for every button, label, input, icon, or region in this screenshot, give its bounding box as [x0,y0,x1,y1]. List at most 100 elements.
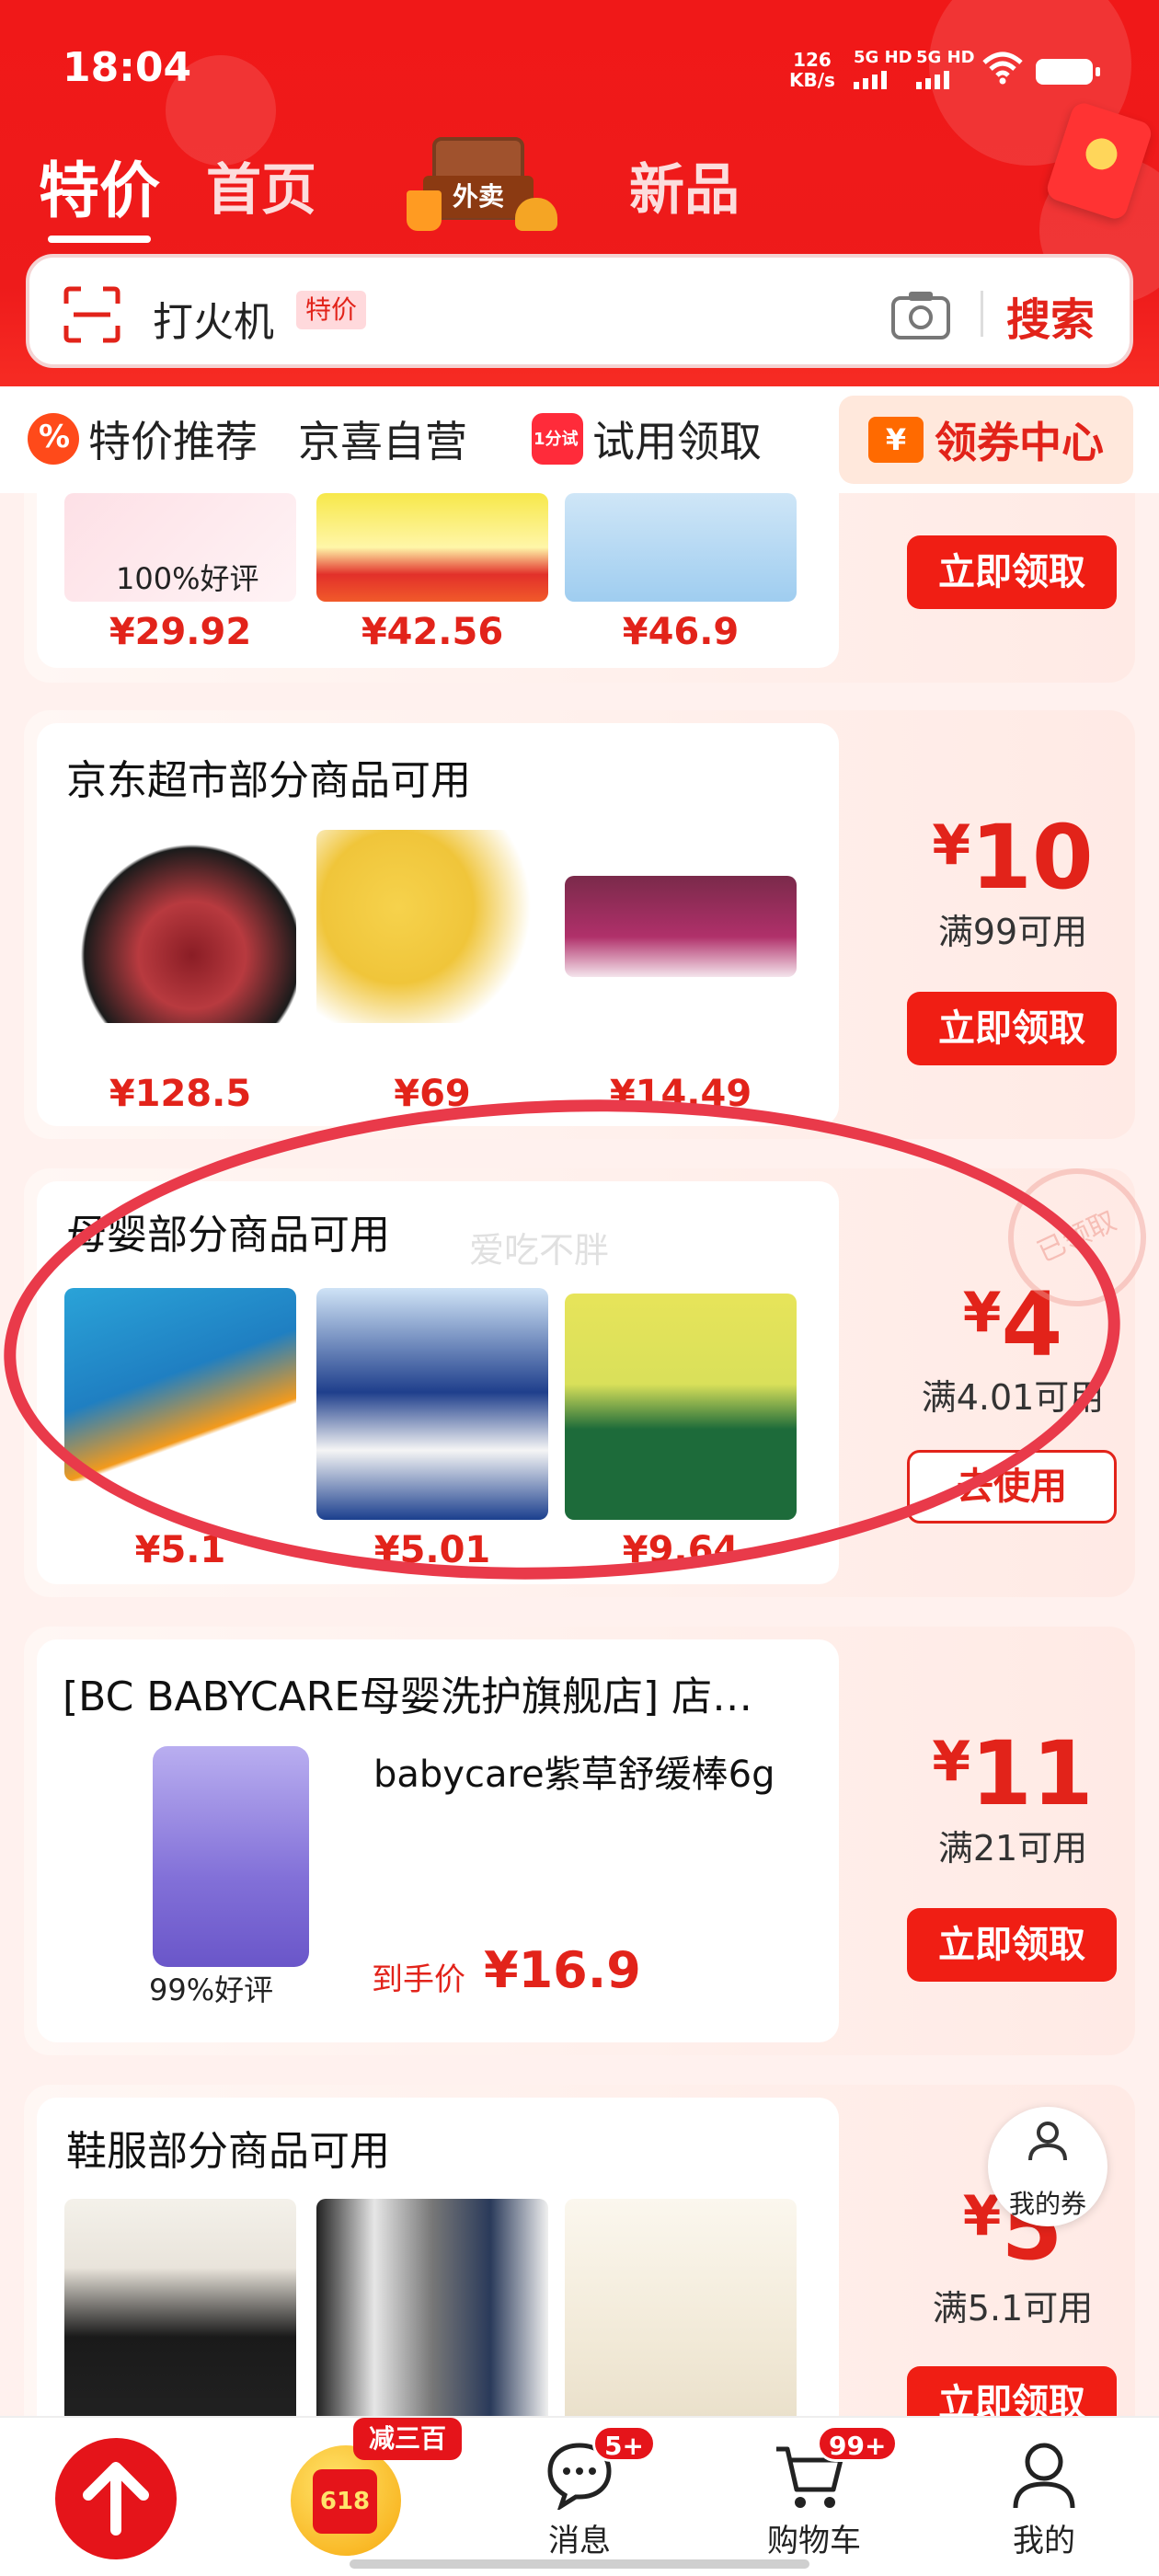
product-price: ¥5.01 [373,1529,491,1571]
coupon-condition: 满21可用 [937,1828,1088,1869]
signal-icon: 5G HD [854,48,912,89]
net-speed: 126 KB/s [789,50,835,90]
bottom-nav: 618 减三百 5+ 消息 99+ 购物车 我的 [0,2416,1159,2576]
product-price: ¥42.56 [361,611,504,653]
coupon-amount: ¥11 [907,1730,1119,1818]
product-image[interactable] [565,2199,797,2429]
product-image[interactable] [565,876,797,977]
nav-label: 我的 [1013,2523,1075,2559]
nav-label: 购物车 [767,2523,861,2559]
percent-icon: % [28,413,79,465]
status-bar: 18:04 126 KB/s 5G HD 5G HD [0,37,1159,110]
category-label: 特价推荐 [88,417,258,466]
claim-button[interactable]: 立即领取 [907,535,1117,609]
person-icon [1028,2122,1067,2161]
promo-tag: 减三百 [353,2418,462,2460]
shop-title: [BC BABYCARE母婴洗护旗舰店] 店… [63,1673,753,1720]
status-time: 18:04 [63,44,192,91]
claim-button[interactable]: 立即领取 [907,992,1117,1065]
net-speed-unit: KB/s [789,69,835,91]
category-jingxi[interactable]: 京喜自营 [298,407,467,471]
good-rate-label: 100%好评 [116,561,259,596]
nav-mine[interactable]: 我的 [984,2418,1104,2576]
product-image[interactable] [316,830,548,1023]
cart-badge: 99+ [817,2425,899,2462]
product-image[interactable] [153,1746,309,1967]
final-price-label: 到手价 [372,1961,465,1998]
tab-home[interactable]: 首页 [206,145,316,225]
search-bar[interactable]: 打火机 特价 搜索 [26,254,1133,368]
product-image[interactable] [64,2199,296,2429]
coupon-card: 100%好评 ¥29.92 ¥42.56 ¥46.9 立即领取 [24,493,1135,683]
signal-label: 5G HD [916,48,975,67]
battery-icon [1036,59,1100,85]
coupon-scope-title: 母婴部分商品可用 [66,1212,390,1259]
category-label: 京喜自营 [298,417,467,466]
search-input[interactable]: 打火机 [153,289,274,348]
signal-icon: 5G HD [916,48,975,89]
camera-icon[interactable] [890,289,951,340]
my-coupons-button[interactable]: 我的券 [988,2107,1107,2226]
coupon-amount-value: 10 [970,806,1094,909]
my-coupons-label: 我的券 [1008,2189,1086,2219]
product-price: ¥14.49 [609,1073,752,1115]
watermark-text: 爱吃不胖 [469,1230,610,1271]
scan-icon[interactable] [63,285,121,344]
coupon-condition: 满4.01可用 [921,1377,1105,1418]
coupon-yen: ¥ [932,813,971,878]
product-price: ¥128.5 [109,1073,252,1115]
coupon-card: [BC BABYCARE母婴洗护旗舰店] 店… 99%好评 babycare紫草… [24,1627,1135,2055]
tab-new[interactable]: 新品 [629,145,740,225]
product-price: ¥46.9 [622,611,740,653]
messages-badge: 5+ [592,2425,656,2462]
promo-618-button[interactable]: 618 减三百 [285,2418,462,2556]
coffee-icon [407,190,442,231]
use-button[interactable]: 去使用 [907,1450,1117,1524]
product-price: ¥29.92 [109,611,252,653]
product-image[interactable] [565,1294,797,1520]
tab-special[interactable]: 特价 [39,142,160,243]
top-nav: 特价 首页 新品 [0,138,1159,243]
product-image[interactable] [64,830,296,1023]
promo-618-label: 618 [313,2469,377,2534]
coupon-icon: ¥ [868,417,924,463]
trial-icon: 1分试 [532,413,583,465]
coupon-card: 鞋服部分商品可用 ¥5 满5.1可用 立即领取 [24,2085,1135,2466]
coupon-scope-title: 鞋服部分商品可用 [66,2128,390,2175]
coupon-condition: 满5.1可用 [932,2288,1094,2329]
product-image[interactable] [316,2199,548,2429]
burger-icon [515,198,557,231]
search-divider [981,291,983,337]
product-image[interactable] [565,493,797,602]
category-row: % 特价推荐 京喜自营 1分试 试用领取 ¥ 领券中心 [0,386,1159,493]
product-name[interactable]: babycare紫草舒缓棒6g [373,1744,775,1798]
signal-label: 5G HD [854,48,912,67]
home-indicator [350,2559,809,2569]
coupon-card: 京东超市部分商品可用 ¥128.5 ¥69 ¥14.49 ¥10 满99可用 立… [24,710,1135,1139]
product-price: ¥69 [394,1073,471,1115]
wifi-icon [982,52,1023,85]
search-button[interactable]: 搜索 [1006,283,1095,348]
product-image[interactable] [64,1288,296,1481]
category-trial[interactable]: 1分试 试用领取 [532,407,762,471]
arrow-up-icon [83,2462,149,2536]
category-label: 试用领取 [592,417,762,466]
coupon-scope-title: 京东超市部分商品可用 [66,757,471,804]
search-tag: 特价 [296,291,367,329]
nav-cart[interactable]: 99+ 购物车 [745,2418,899,2576]
coupon-center-button[interactable]: ¥ 领券中心 [839,396,1133,484]
back-to-top-button[interactable] [55,2438,177,2559]
claim-button[interactable]: 立即领取 [907,1908,1117,1982]
coupon-yen: ¥ [932,1730,971,1794]
product-image[interactable] [316,1288,548,1520]
nav-messages[interactable]: 5+ 消息 [515,2418,656,2576]
takeout-tab[interactable]: 外卖 [405,133,557,244]
good-rate-label: 99%好评 [149,1972,274,2007]
nav-label: 消息 [548,2523,611,2559]
trial-icon-label: 1分试 [534,430,579,449]
category-special[interactable]: % 特价推荐 [28,407,258,471]
coupon-condition: 满99可用 [937,912,1088,952]
product-price: ¥9.64 [622,1529,740,1571]
coupon-amount: ¥10 [907,813,1119,902]
product-image[interactable] [316,493,548,602]
